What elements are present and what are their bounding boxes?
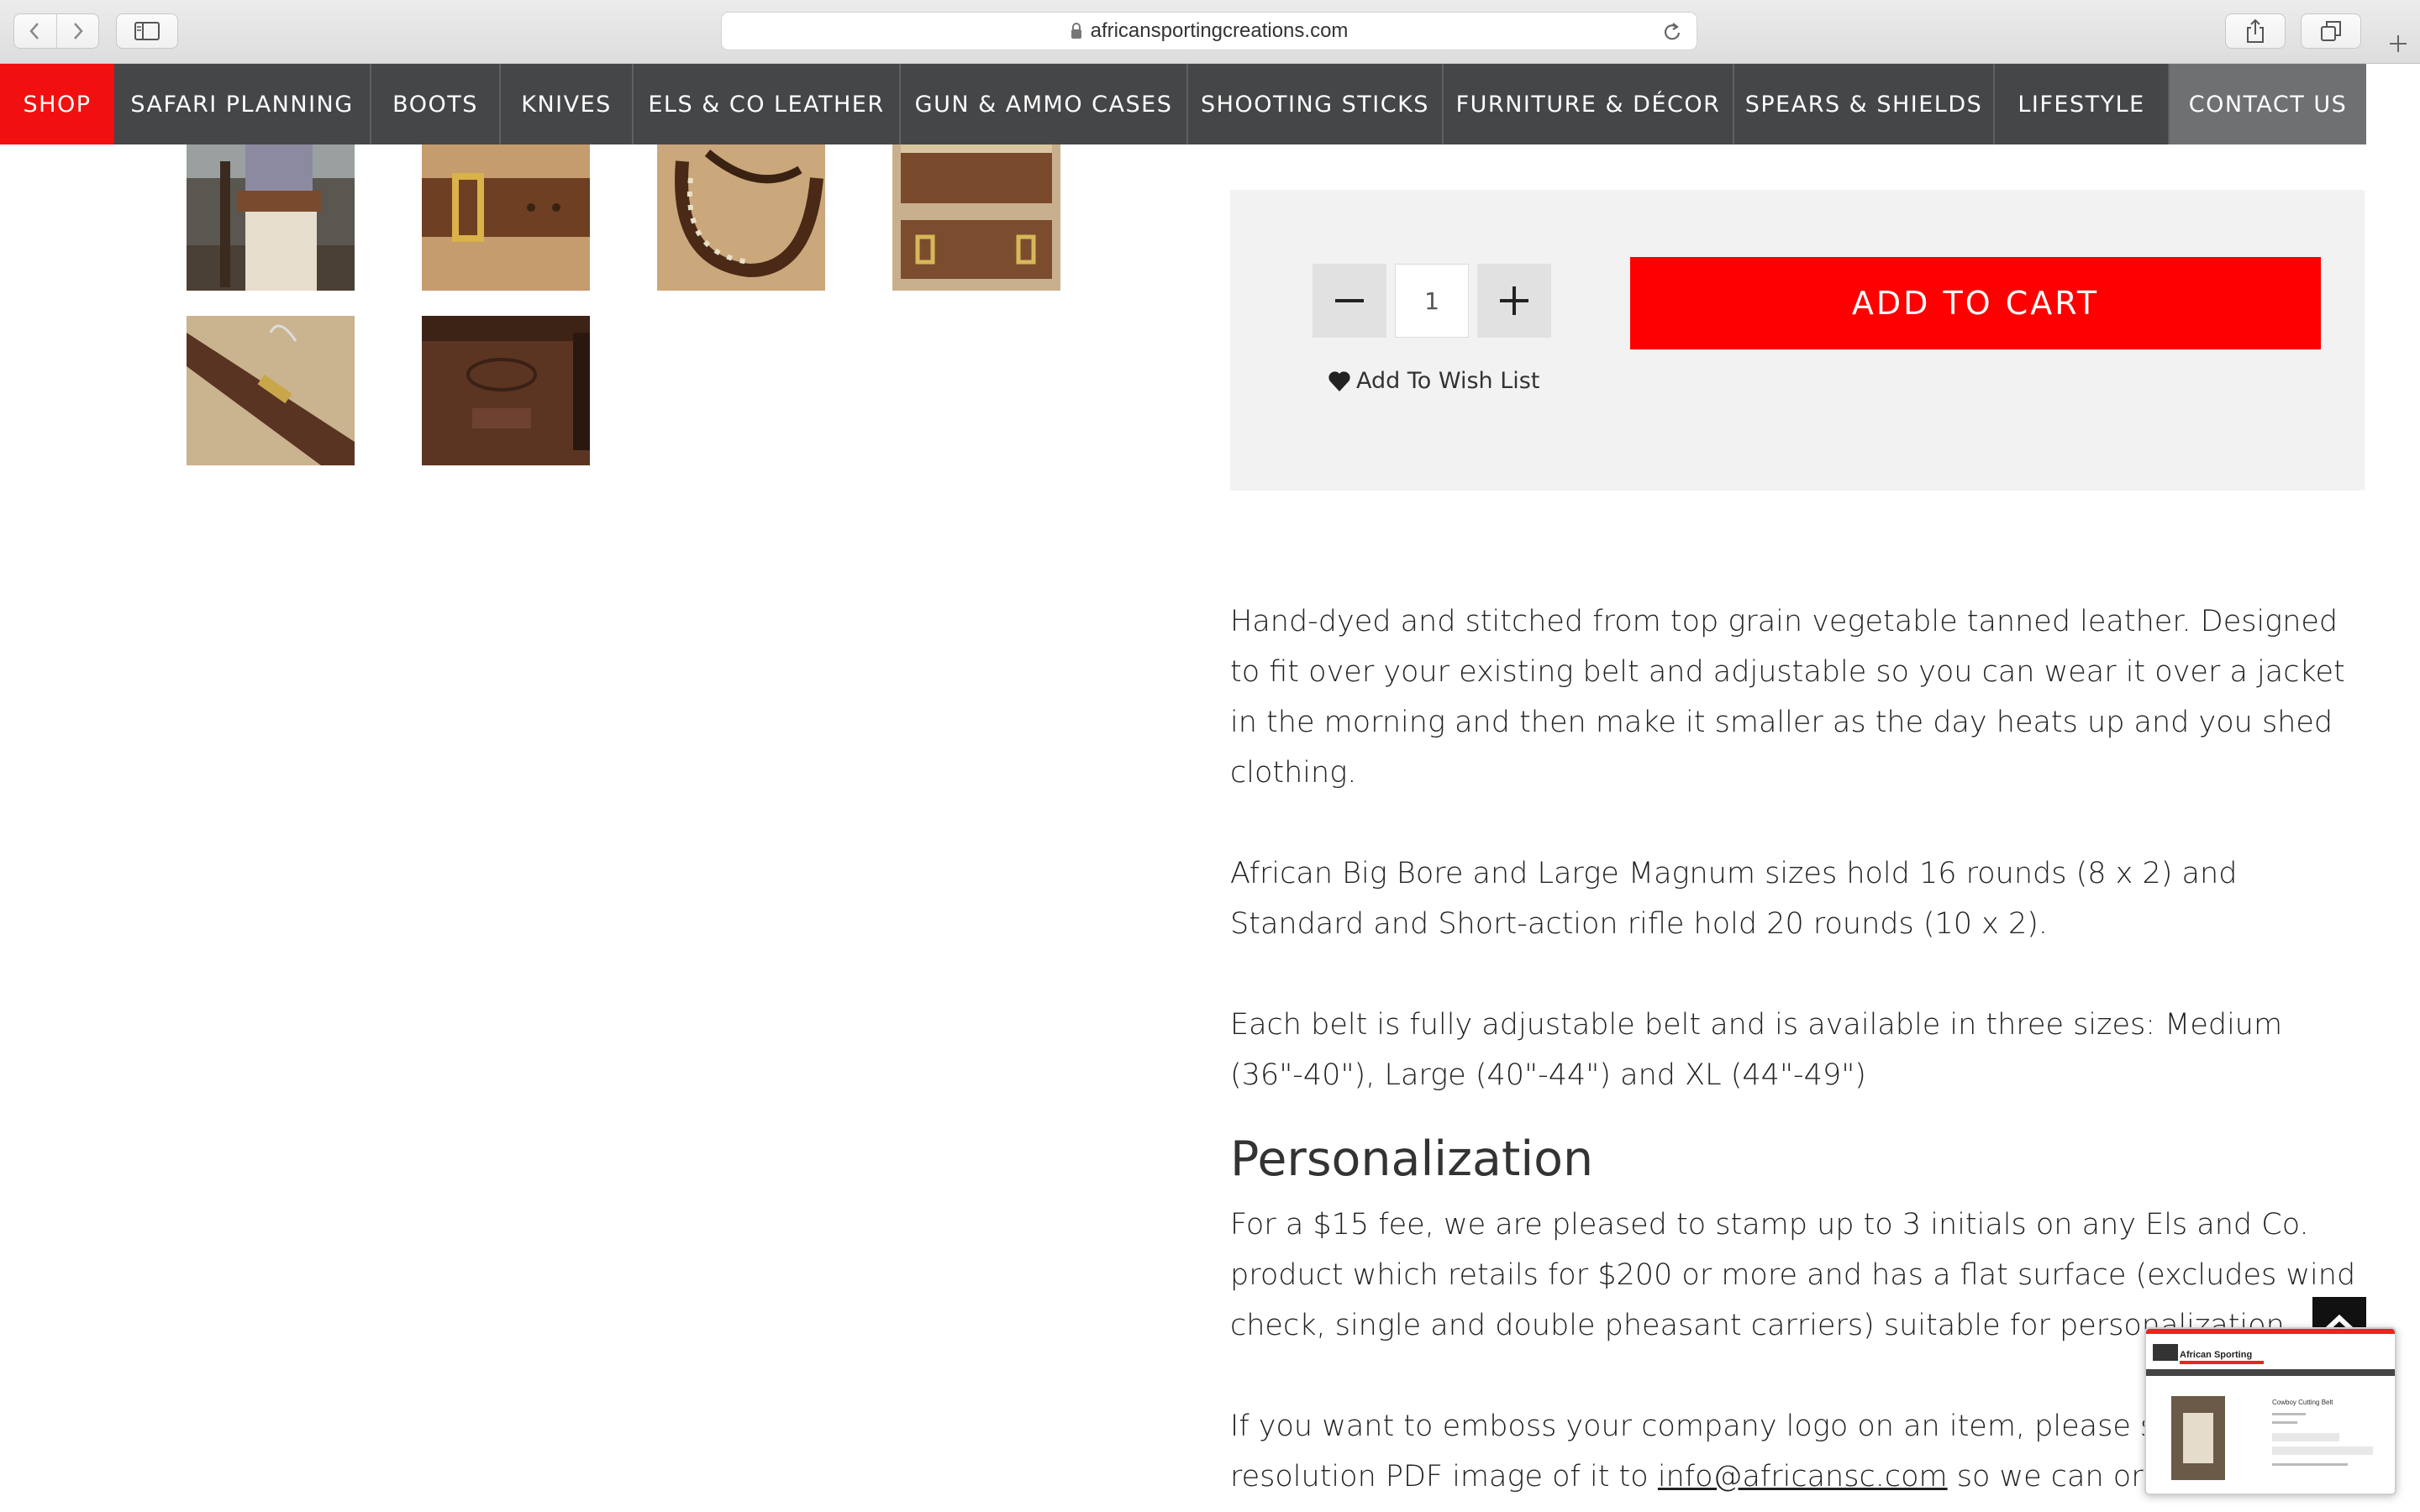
add-to-wishlist-link[interactable]: Add To Wish List bbox=[1328, 368, 1539, 394]
new-tab-button[interactable] bbox=[2376, 24, 2420, 64]
nav-item-boots[interactable]: BOOTS bbox=[371, 64, 501, 144]
thumbnail-hunter-wearing-belt[interactable] bbox=[187, 144, 355, 291]
nav-item-furniture-decor[interactable]: FURNITURE & DÉCOR bbox=[1444, 64, 1734, 144]
personalization-heading: Personalization bbox=[1230, 1131, 1594, 1187]
nav-item-safari-planning[interactable]: SAFARI PLANNING bbox=[114, 64, 371, 144]
nav-item-shop[interactable]: SHOP bbox=[0, 64, 114, 144]
description-paragraph: Each belt is fully adjustable belt and i… bbox=[1230, 1008, 2283, 1092]
page-preview-thumbnail[interactable]: African Sporting Cowboy Cutting Belt bbox=[2144, 1327, 2396, 1495]
tabs-button[interactable] bbox=[2301, 13, 2361, 49]
lock-icon bbox=[1071, 23, 1081, 39]
back-icon[interactable] bbox=[14, 14, 56, 48]
main-navigation: SHOP SAFARI PLANNING BOOTS KNIVES ELS & … bbox=[0, 64, 2420, 144]
description-paragraph: African Big Bore and Large Magnum sizes … bbox=[1230, 857, 2238, 941]
nav-item-spears-shields[interactable]: SPEARS & SHIELDS bbox=[1734, 64, 1995, 144]
nav-item-contact-us[interactable]: CONTACT US bbox=[2170, 64, 2366, 144]
email-link[interactable]: info@africansc.com bbox=[1658, 1460, 1948, 1494]
emboss-text-line2: resolution PDF image of it to bbox=[1230, 1460, 1649, 1494]
nav-item-shooting-sticks[interactable]: SHOOTING STICKS bbox=[1188, 64, 1444, 144]
purchase-panel: ADD TO CART Add To Wish List bbox=[1230, 190, 2365, 491]
preview-product-title: Cowboy Cutting Belt bbox=[2272, 1399, 2333, 1406]
share-icon bbox=[2247, 18, 2264, 43]
url-text: africansportingcreations.com bbox=[1090, 19, 1349, 42]
reload-icon[interactable] bbox=[1661, 20, 1683, 44]
quantity-input[interactable] bbox=[1395, 264, 1469, 338]
preview-brand-text: African Sporting bbox=[2180, 1350, 2252, 1360]
emboss-text-start: If you want to emboss your company logo … bbox=[1230, 1410, 2212, 1443]
nav-item-lifestyle[interactable]: LIFESTYLE bbox=[1995, 64, 2170, 144]
thumbnail-belt-brass-buckle[interactable] bbox=[422, 144, 590, 291]
tabs-icon bbox=[2321, 21, 2341, 41]
nav-item-knives[interactable]: KNIVES bbox=[501, 64, 634, 144]
add-to-cart-button[interactable]: ADD TO CART bbox=[1630, 257, 2321, 349]
thumbnail-cartridge-belt-open[interactable] bbox=[892, 144, 1060, 291]
browser-toolbar: africansportingcreations.com bbox=[0, 0, 2420, 64]
minus-icon bbox=[1335, 299, 1364, 302]
nav-item-gun-ammo-cases[interactable]: GUN & AMMO CASES bbox=[901, 64, 1188, 144]
heart-icon bbox=[1328, 370, 1350, 391]
plus-icon bbox=[2390, 35, 2407, 52]
plus-icon bbox=[1500, 286, 1528, 315]
forward-icon[interactable] bbox=[55, 14, 99, 48]
thumbnail-belt-cartridge-loops[interactable] bbox=[657, 144, 825, 291]
quantity-decrease-button[interactable] bbox=[1313, 264, 1386, 338]
history-buttons bbox=[13, 13, 99, 49]
nav-item-els-co-leather[interactable]: ELS & CO LEATHER bbox=[634, 64, 901, 144]
sidebar-icon bbox=[134, 22, 160, 40]
sidebar-button[interactable] bbox=[116, 13, 178, 49]
share-button[interactable] bbox=[2225, 13, 2286, 49]
thumbnail-embossed-initials[interactable] bbox=[422, 316, 590, 465]
quantity-increase-button[interactable] bbox=[1477, 264, 1551, 338]
description-paragraph: Hand-dyed and stitched from top grain ve… bbox=[1230, 605, 2345, 790]
wishlist-label: Add To Wish List bbox=[1356, 368, 1540, 394]
thumbnail-belt-strap-closeup[interactable] bbox=[187, 316, 355, 465]
address-bar[interactable]: africansportingcreations.com bbox=[721, 12, 1697, 50]
